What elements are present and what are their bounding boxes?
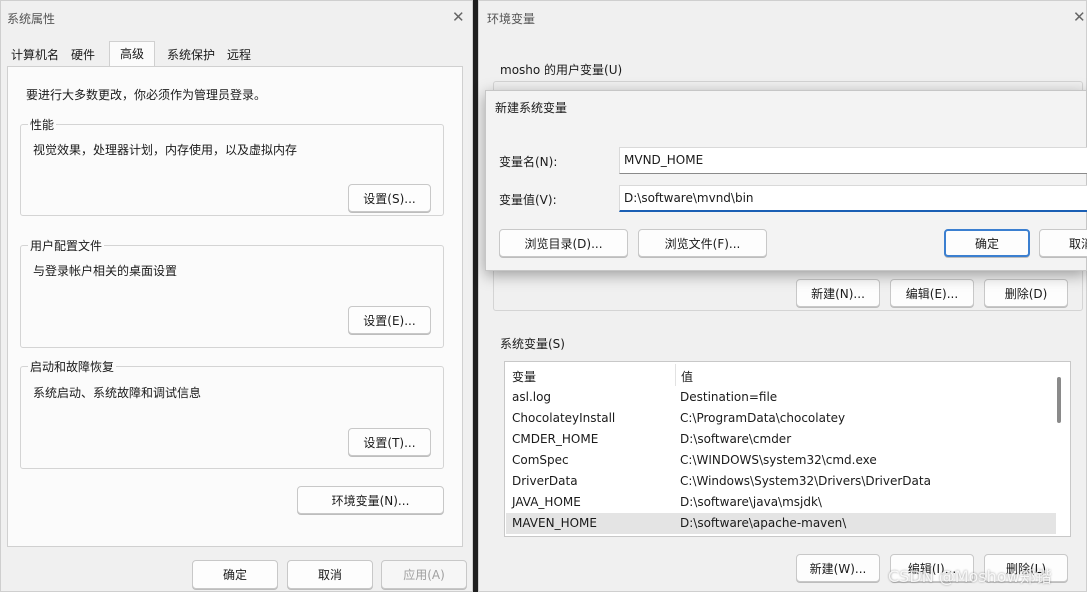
ok-button[interactable]: 确定 (192, 560, 278, 589)
column-divider (675, 364, 676, 386)
performance-settings-button[interactable]: 设置(S)... (348, 184, 431, 212)
variable-value-label: 变量值(V): (499, 193, 557, 207)
user-profile-group: 与登录帐户相关的桌面设置 设置(E)... (20, 245, 444, 348)
variable-value: D:\software\apache-maven\ (680, 516, 847, 530)
variable-value: Destination=file (680, 390, 778, 404)
table-row[interactable]: asl.log Destination=file (506, 387, 1056, 408)
table-row[interactable]: DriverData C:\Windows\System32\Drivers\Dr… (506, 471, 1056, 492)
tab-advanced[interactable]: 高级 (109, 41, 156, 67)
variable-name-input[interactable]: MVND_HOME (619, 147, 1087, 174)
user-profile-settings-button[interactable]: 设置(E)... (348, 306, 431, 334)
user-delete-button[interactable]: 删除(D) (984, 279, 1068, 307)
user-edit-button[interactable]: 编辑(E)... (890, 279, 974, 307)
variable-value: C:\Windows\System32\Drivers\DriverData (680, 474, 931, 488)
variable-name: asl.log (512, 390, 552, 404)
column-header-value[interactable]: 值 (681, 368, 693, 385)
startup-recovery-group: 系统启动、系统故障和调试信息 设置(T)... (20, 366, 444, 469)
user-new-button[interactable]: 新建(N)... (796, 279, 880, 307)
new-system-variable-dialog: 新建系统变量 变量名(N): MVND_HOME 变量值(V): D:\soft… (485, 90, 1087, 271)
performance-label: 性能 (28, 116, 57, 133)
browse-directory-button[interactable]: 浏览目录(D)... (499, 229, 628, 257)
startup-recovery-settings-button[interactable]: 设置(T)... (348, 428, 431, 456)
table-row[interactable]: ComSpec C:\WINDOWS\system32\cmd.exe (506, 450, 1056, 471)
user-profile-label: 用户配置文件 (28, 237, 105, 254)
system-properties-window: 系统属性 ✕ 计算机名 硬件 高级 系统保护 远程 要进行大多数更改，你必须作为… (0, 0, 473, 592)
startup-recovery-label: 启动和故障恢复 (28, 358, 117, 375)
environment-variables-window: 环境变量 ✕ mosho 的用户变量(U) 新建(N)... 编辑(E)... … (478, 0, 1087, 592)
variable-value: D:\software\cmder (680, 432, 792, 446)
tab-remote[interactable]: 远程 (221, 44, 257, 66)
variable-name: ChocolateyInstall (512, 411, 616, 425)
performance-description: 视觉效果，处理器计划，内存使用，以及虚拟内存 (33, 143, 298, 157)
cancel-button[interactable]: 取消 (287, 560, 373, 589)
vertical-scrollbar[interactable] (1057, 377, 1061, 423)
user-variables-label: mosho 的用户变量(U) (500, 63, 623, 77)
table-row[interactable]: ChocolateyInstall C:\ProgramData\chocolat… (506, 408, 1056, 429)
system-variables-list: 变量 值 asl.log Destination=file ChocolateyI… (504, 361, 1071, 537)
window-title: 系统属性 (7, 12, 56, 26)
tab-hardware[interactable]: 硬件 (65, 44, 101, 66)
variable-name: CMDER_HOME (512, 432, 599, 446)
system-new-button[interactable]: 新建(W)... (796, 554, 880, 582)
ok-button[interactable]: 确定 (944, 229, 1030, 257)
startup-recovery-description: 系统启动、系统故障和调试信息 (33, 386, 202, 400)
table-row[interactable]: CMDER_HOME D:\software\cmder (506, 429, 1056, 450)
advanced-tab-panel: 要进行大多数更改，你必须作为管理员登录。 视觉效果，处理器计划，内存使用，以及虚… (7, 66, 463, 547)
system-variables-label: 系统变量(S) (500, 337, 565, 351)
dialog-title: 新建系统变量 (495, 101, 568, 115)
watermark: CSDN @Moshow郑锴 (888, 567, 1052, 586)
apply-button[interactable]: 应用(A) (381, 560, 467, 589)
column-header-variable[interactable]: 变量 (512, 368, 536, 385)
variable-value: C:\WINDOWS\system32\cmd.exe (680, 453, 877, 467)
window-title: 环境变量 (487, 12, 536, 26)
tab-computer-name[interactable]: 计算机名 (5, 44, 65, 66)
variable-name: MAVEN_HOME (512, 516, 597, 530)
admin-note: 要进行大多数更改，你必须作为管理员登录。 (26, 88, 267, 102)
variable-value-input[interactable]: D:\software\mvnd\bin (619, 185, 1087, 212)
environment-variables-button[interactable]: 环境变量(N)... (297, 486, 444, 514)
variable-name-label: 变量名(N): (499, 155, 558, 169)
variable-value: C:\ProgramData\chocolatey (680, 411, 846, 425)
variable-name: JAVA_HOME (512, 495, 581, 509)
performance-group: 视觉效果，处理器计划，内存使用，以及虚拟内存 设置(S)... (20, 124, 444, 216)
table-row[interactable]: MAVEN_HOME D:\software\apache-maven\ (506, 513, 1056, 534)
variable-value: D:\software\java\msjdk\ (680, 495, 822, 509)
cancel-button[interactable]: 取消 (1039, 229, 1087, 257)
user-profile-description: 与登录帐户相关的桌面设置 (33, 264, 178, 278)
variable-name: ComSpec (512, 453, 569, 467)
close-icon[interactable]: ✕ (1073, 9, 1086, 25)
browse-file-button[interactable]: 浏览文件(F)... (638, 229, 767, 257)
tab-system-protection[interactable]: 系统保护 (161, 44, 221, 66)
variable-name: DriverData (512, 474, 578, 488)
close-icon[interactable]: ✕ (452, 9, 465, 25)
table-row[interactable]: JAVA_HOME D:\software\java\msjdk\ (506, 492, 1056, 513)
